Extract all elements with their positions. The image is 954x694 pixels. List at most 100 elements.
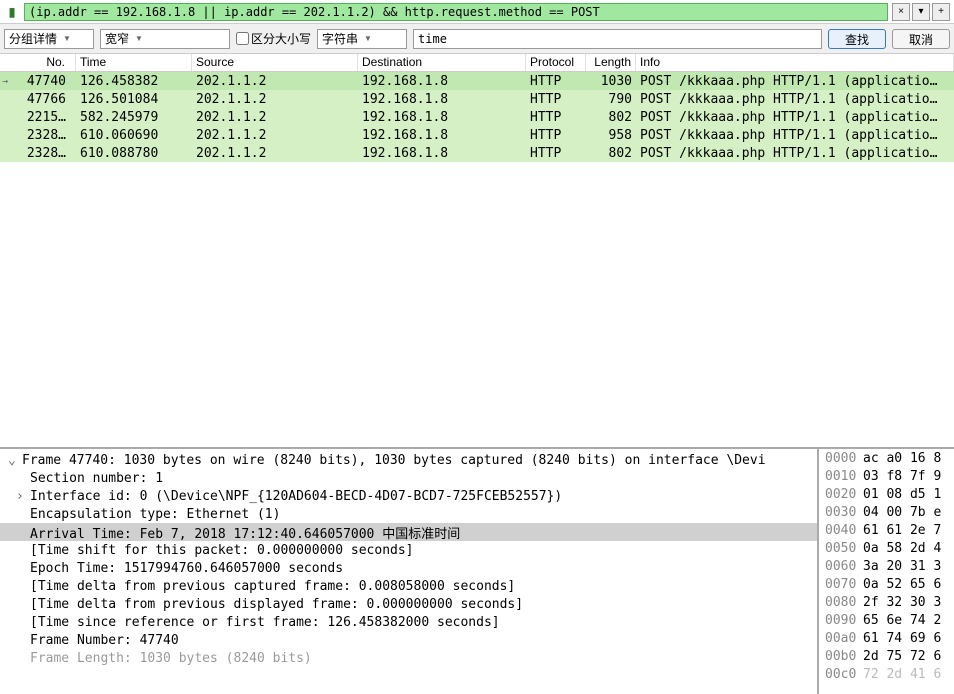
hex-row[interactable]: 00802f 32 30 3 (819, 595, 954, 613)
hex-row[interactable]: 003004 00 7b e (819, 505, 954, 523)
tree-delta-captured[interactable]: [Time delta from previous captured frame… (0, 577, 817, 595)
hex-bytes: 61 74 69 6 (863, 631, 941, 649)
expand-icon[interactable]: › (16, 489, 30, 504)
tree-epoch-time[interactable]: Epoch Time: 1517994760.646057000 seconds (0, 559, 817, 577)
col-header-destination[interactable]: Destination (358, 54, 526, 71)
filter-clear-button[interactable]: × (892, 3, 910, 21)
hex-bytes: 01 08 d5 1 (863, 487, 941, 505)
packet-list-pane[interactable]: No. Time Source Destination Protocol Len… (0, 54, 954, 449)
hex-offset: 00c0 (825, 667, 863, 685)
packet-bytes-pane[interactable]: 0000ac a0 16 8001003 f8 7f 9002001 08 d5… (819, 449, 954, 694)
col-header-time[interactable]: Time (76, 54, 192, 71)
find-toolbar: 分组详情 ▼ 宽窄 ▼ 区分大小写 字符串▼ 查找 取消 (0, 24, 954, 54)
case-sensitive-checkbox-wrap[interactable]: 区分大小写 (236, 30, 311, 47)
hex-row[interactable]: 00603a 20 31 3 (819, 559, 954, 577)
hex-offset: 0090 (825, 613, 863, 631)
cell-time: 610.060690 (76, 128, 192, 143)
cell-info: POST /kkkaaa.php HTTP/1.1 (applicatio… (636, 92, 954, 107)
case-sensitive-label: 区分大小写 (251, 30, 311, 47)
hex-row[interactable]: 00a061 74 69 6 (819, 631, 954, 649)
search-input[interactable] (413, 29, 822, 49)
tree-encapsulation[interactable]: Encapsulation type: Ethernet (1) (0, 505, 817, 523)
search-charset-label: 宽窄 (105, 30, 129, 47)
cell-len: 802 (586, 146, 636, 161)
search-scope-label: 分组详情 (9, 30, 57, 47)
cell-no: 47740 (0, 74, 76, 89)
hex-row[interactable]: 009065 6e 74 2 (819, 613, 954, 631)
col-header-info[interactable]: Info (636, 54, 954, 71)
table-row[interactable]: →47740126.458382202.1.1.2192.168.1.8HTTP… (0, 72, 954, 90)
tree-frame-summary[interactable]: ⌄Frame 47740: 1030 bytes on wire (8240 b… (0, 451, 817, 469)
tree-section-number[interactable]: Section number: 1 (0, 469, 817, 487)
filter-bookmark-icon[interactable]: ▮ (4, 4, 20, 20)
cell-src: 202.1.1.2 (192, 128, 358, 143)
hex-row[interactable]: 00700a 52 65 6 (819, 577, 954, 595)
hex-offset: 0050 (825, 541, 863, 559)
table-row[interactable]: 2215…582.245979202.1.1.2192.168.1.8HTTP8… (0, 108, 954, 126)
find-button[interactable]: 查找 (828, 29, 886, 49)
cell-info: POST /kkkaaa.php HTTP/1.1 (applicatio… (636, 110, 954, 125)
chevron-down-icon: ▼ (135, 34, 143, 43)
hex-row[interactable]: 00500a 58 2d 4 (819, 541, 954, 559)
case-sensitive-checkbox[interactable] (236, 32, 249, 45)
cell-info: POST /kkkaaa.php HTTP/1.1 (applicatio… (636, 128, 954, 143)
cell-dst: 192.168.1.8 (358, 110, 526, 125)
hex-bytes: 65 6e 74 2 (863, 613, 941, 631)
hex-row[interactable]: 001003 f8 7f 9 (819, 469, 954, 487)
col-header-length[interactable]: Length (586, 54, 636, 71)
cell-no: 47766 (0, 92, 76, 107)
table-row[interactable]: 2328…610.060690202.1.1.2192.168.1.8HTTP9… (0, 126, 954, 144)
cell-no: 2328… (0, 146, 76, 161)
cell-proto: HTTP (526, 146, 586, 161)
cell-dst: 192.168.1.8 (358, 92, 526, 107)
hex-row[interactable]: 002001 08 d5 1 (819, 487, 954, 505)
tree-interface-id[interactable]: ›Interface id: 0 (\Device\NPF_{120AD604-… (0, 487, 817, 505)
cell-time: 126.501084 (76, 92, 192, 107)
cell-dst: 192.168.1.8 (358, 146, 526, 161)
hex-row[interactable]: 00b02d 75 72 6 (819, 649, 954, 667)
filter-add-button[interactable]: + (932, 3, 950, 21)
hex-offset: 0000 (825, 451, 863, 469)
hex-bytes: 72 2d 41 6 (863, 667, 941, 685)
search-scope-dropdown[interactable]: 分组详情 ▼ (4, 29, 94, 49)
cell-no: 2328… (0, 128, 76, 143)
search-charset-dropdown[interactable]: 宽窄 ▼ (100, 29, 230, 49)
cell-time: 582.245979 (76, 110, 192, 125)
cell-time: 126.458382 (76, 74, 192, 89)
cell-len: 802 (586, 110, 636, 125)
hex-row[interactable]: 004061 61 2e 7 (819, 523, 954, 541)
chevron-down-icon: ▼ (63, 34, 71, 43)
cell-src: 202.1.1.2 (192, 74, 358, 89)
cell-no: 2215… (0, 110, 76, 125)
tree-frame-number[interactable]: Frame Number: 47740 (0, 631, 817, 649)
cell-proto: HTTP (526, 92, 586, 107)
cell-proto: HTTP (526, 110, 586, 125)
hex-row[interactable]: 00c072 2d 41 6 (819, 667, 954, 685)
packet-details-pane[interactable]: ⌄Frame 47740: 1030 bytes on wire (8240 b… (0, 449, 819, 694)
col-header-protocol[interactable]: Protocol (526, 54, 586, 71)
tree-since-reference[interactable]: [Time since reference or first frame: 12… (0, 613, 817, 631)
search-type-dropdown[interactable]: 字符串▼ (317, 29, 407, 49)
cell-src: 202.1.1.2 (192, 92, 358, 107)
tree-time-shift[interactable]: [Time shift for this packet: 0.000000000… (0, 541, 817, 559)
hex-offset: 0080 (825, 595, 863, 613)
cancel-button[interactable]: 取消 (892, 29, 950, 49)
col-header-source[interactable]: Source (192, 54, 358, 71)
hex-offset: 0030 (825, 505, 863, 523)
tree-delta-displayed[interactable]: [Time delta from previous displayed fram… (0, 595, 817, 613)
filter-dropdown-button[interactable]: ▾ (912, 3, 930, 21)
search-type-label: 字符串 (322, 30, 358, 47)
display-filter-bar: ▮ × ▾ + (0, 0, 954, 24)
collapse-icon[interactable]: ⌄ (8, 453, 22, 468)
hex-bytes: 2f 32 30 3 (863, 595, 941, 613)
cell-proto: HTTP (526, 128, 586, 143)
table-row[interactable]: 47766126.501084202.1.1.2192.168.1.8HTTP7… (0, 90, 954, 108)
tree-frame-length[interactable]: Frame Length: 1030 bytes (8240 bits) (0, 649, 817, 667)
col-header-no[interactable]: No. (0, 54, 76, 71)
tree-arrival-time[interactable]: Arrival Time: Feb 7, 2018 17:12:40.64605… (0, 523, 817, 541)
hex-row[interactable]: 0000ac a0 16 8 (819, 451, 954, 469)
hex-offset: 0020 (825, 487, 863, 505)
packet-list-header: No. Time Source Destination Protocol Len… (0, 54, 954, 72)
display-filter-input[interactable] (24, 3, 888, 21)
table-row[interactable]: 2328…610.088780202.1.1.2192.168.1.8HTTP8… (0, 144, 954, 162)
